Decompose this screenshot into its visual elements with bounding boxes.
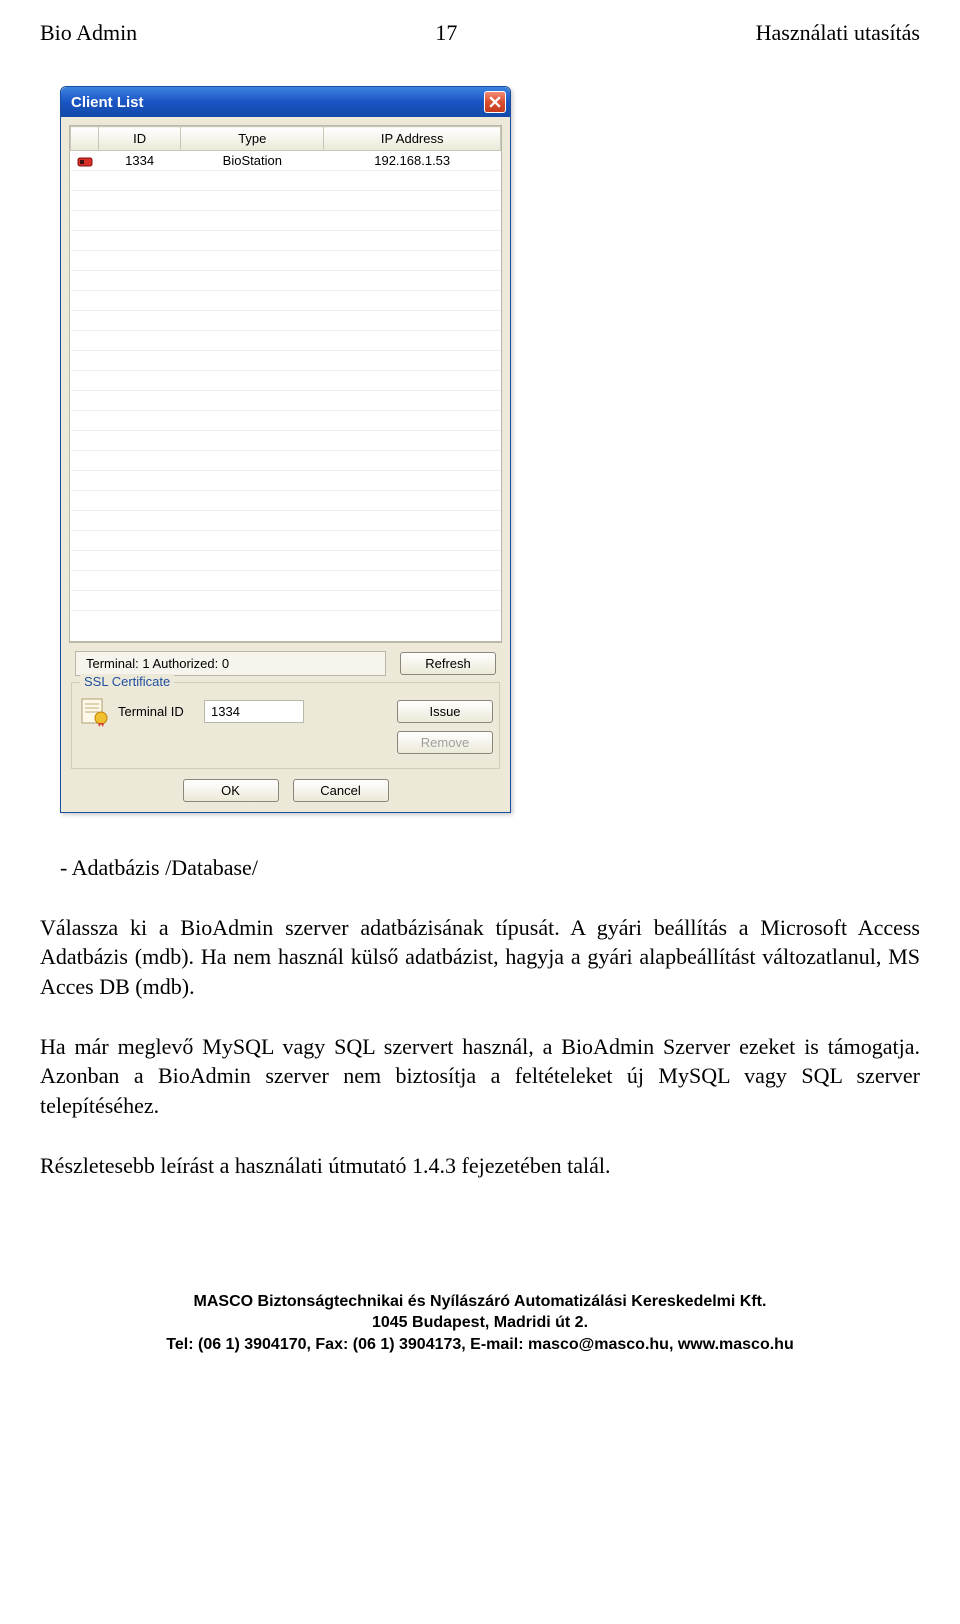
paragraph-3: Részletesebb leírást a használati útmuta… (40, 1151, 920, 1181)
table-row (71, 531, 501, 551)
footer-line-1: MASCO Biztonságtechnikai és Nyílászáró A… (40, 1291, 920, 1313)
table-row (71, 391, 501, 411)
client-table: ID Type IP Address 1334BioStation192.168… (70, 126, 501, 611)
paragraph-2: Ha már meglevő MySQL vagy SQL szervert h… (40, 1032, 920, 1121)
table-row (71, 491, 501, 511)
table-row (71, 411, 501, 431)
col-icon[interactable] (71, 127, 99, 151)
table-row (71, 351, 501, 371)
cancel-button[interactable]: Cancel (293, 779, 389, 802)
ssl-heading: SSL Certificate (80, 674, 174, 689)
ssl-certificate-group: SSL Certificate Terminal ID Issue Remove (71, 682, 500, 769)
status-row: Terminal: 1 Authorized: 0 Refresh (61, 651, 510, 676)
table-row (71, 271, 501, 291)
table-row (71, 511, 501, 531)
table-row (71, 471, 501, 491)
cell-ip: 192.168.1.53 (324, 151, 501, 171)
cell-type: BioStation (181, 151, 324, 171)
bullet-database: - Adatbázis /Database/ (60, 853, 920, 883)
footer-line-3: Tel: (06 1) 3904170, Fax: (06 1) 3904173… (40, 1334, 920, 1356)
ok-button[interactable]: OK (183, 779, 279, 802)
certificate-icon (78, 695, 110, 727)
table-row (71, 251, 501, 271)
dialog-footer-buttons: OK Cancel (61, 779, 510, 802)
client-table-container: ID Type IP Address 1334BioStation192.168… (69, 125, 502, 643)
header-page-number: 17 (435, 20, 457, 46)
refresh-button[interactable]: Refresh (400, 652, 496, 675)
status-field: Terminal: 1 Authorized: 0 (75, 651, 386, 676)
cell-id: 1334 (99, 151, 181, 171)
issue-button[interactable]: Issue (397, 700, 493, 723)
table-row (71, 171, 501, 191)
dialog-title: Client List (71, 94, 144, 111)
remove-button: Remove (397, 731, 493, 754)
col-type[interactable]: Type (181, 127, 324, 151)
page-header: Bio Admin 17 Használati utasítás (40, 20, 920, 46)
col-ip[interactable]: IP Address (324, 127, 501, 151)
close-icon (489, 96, 501, 108)
page-footer: MASCO Biztonságtechnikai és Nyílászáró A… (40, 1291, 920, 1356)
header-left: Bio Admin (40, 20, 137, 46)
table-row (71, 211, 501, 231)
table-row[interactable]: 1334BioStation192.168.1.53 (71, 151, 501, 171)
terminal-id-label: Terminal ID (118, 704, 196, 719)
col-id[interactable]: ID (99, 127, 181, 151)
table-row (71, 591, 501, 611)
table-row (71, 551, 501, 571)
table-row (71, 451, 501, 471)
table-row (71, 191, 501, 211)
header-right: Használati utasítás (756, 20, 920, 46)
table-row (71, 231, 501, 251)
table-row (71, 331, 501, 351)
footer-line-2: 1045 Budapest, Madridi út 2. (40, 1312, 920, 1334)
table-row (71, 571, 501, 591)
terminal-id-input[interactable] (204, 700, 304, 723)
table-row (71, 311, 501, 331)
table-row (71, 431, 501, 451)
paragraph-1: Válassza ki a BioAdmin szerver adatbázis… (40, 913, 920, 1002)
table-row (71, 371, 501, 391)
dialog-titlebar[interactable]: Client List (61, 87, 510, 117)
client-list-dialog: Client List ID Type IP Address 1334BioSt… (60, 86, 511, 813)
device-icon (77, 156, 93, 168)
close-button[interactable] (484, 91, 506, 113)
table-row (71, 291, 501, 311)
